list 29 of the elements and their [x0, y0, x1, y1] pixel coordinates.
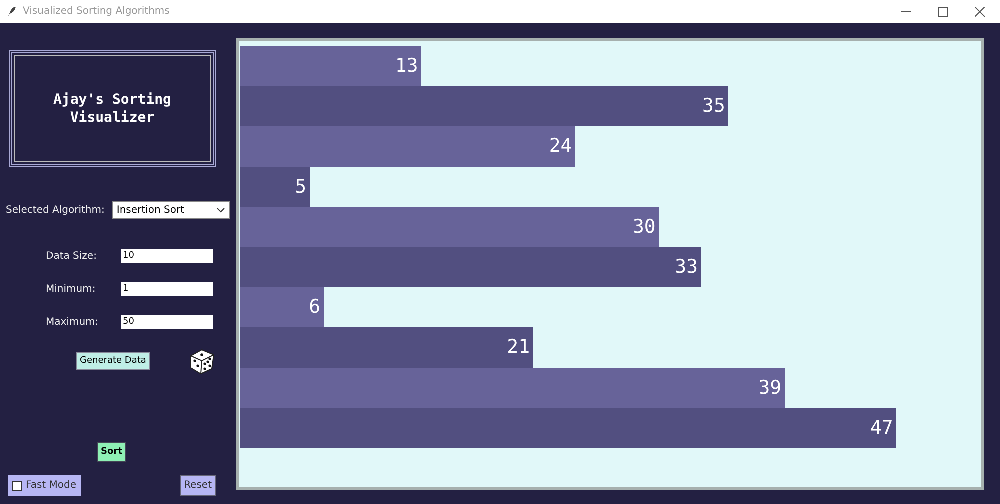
input-field[interactable]: 50 [121, 315, 213, 329]
bar-value: 13 [395, 55, 418, 78]
bar-value: 30 [632, 216, 656, 238]
bar-value: 39 [758, 376, 782, 399]
bar-value: 21 [507, 336, 530, 358]
maximize-icon[interactable] [938, 6, 948, 16]
input-field[interactable]: 10 [121, 249, 213, 263]
reset-button[interactable]: Reset [180, 475, 216, 496]
fast-mode-checkbox[interactable]: Fast Mode [8, 475, 81, 496]
generate-data-button[interactable]: Generate Data [76, 352, 150, 370]
close-icon[interactable] [975, 6, 985, 16]
input-field[interactable]: 1 [121, 282, 213, 296]
field-label: Maximum: [45, 316, 100, 328]
bar-value: 35 [702, 95, 726, 118]
bar-value: 47 [870, 416, 894, 439]
window-title: Visualized Sorting Algorithms [23, 6, 170, 17]
bar-value: 5 [295, 176, 307, 198]
field-label: Data Size: [45, 250, 98, 262]
feather-icon [7, 6, 17, 18]
bar-value: 6 [309, 296, 321, 318]
algorithm-label: Selected Algorithm: [6, 204, 105, 216]
bar-value: 24 [549, 135, 572, 158]
sort-button[interactable]: Sort [97, 442, 126, 462]
bar-value: 33 [675, 256, 698, 278]
chevron-icon [216, 208, 225, 212]
algorithm-dropdown[interactable]: Insertion Sort [112, 201, 230, 219]
field-label: Minimum: [45, 284, 97, 294]
dice-icon[interactable] [188, 347, 216, 375]
app-heading: Ajay's Sorting Visualizer [52, 90, 172, 126]
